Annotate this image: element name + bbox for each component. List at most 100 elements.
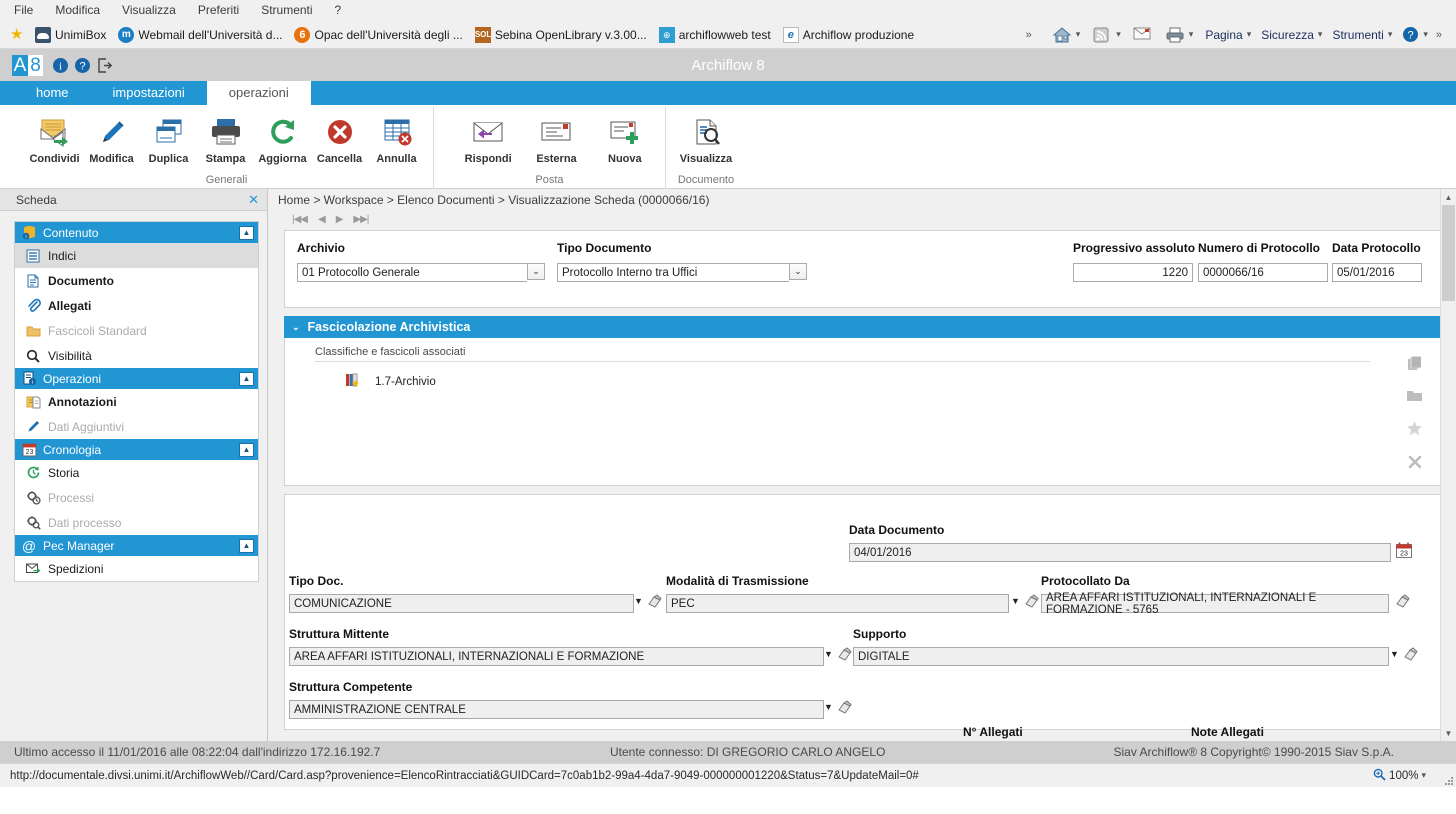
ribbon-button-nuova[interactable]: Nuova xyxy=(591,111,659,165)
fascicolazione-header[interactable]: ⌄ Fascicolazione Archivistica xyxy=(284,316,1442,338)
mail-icon[interactable] xyxy=(1133,26,1153,44)
chevron-down-icon[interactable]: ▼ xyxy=(1011,596,1020,606)
menu-file[interactable]: File xyxy=(14,3,33,17)
progressivo-assoluto-input[interactable]: 1220 xyxy=(1073,263,1193,282)
sidebar-item-dati-aggiuntivi[interactable]: Dati Aggiuntivi xyxy=(15,414,258,439)
tab-home[interactable]: home xyxy=(14,81,91,105)
tipo-documento-select[interactable]: Protocollo Interno tra Uffici ⌄ xyxy=(557,263,807,282)
menu-preferiti[interactable]: Preferiti xyxy=(198,3,239,17)
chevron-down-icon[interactable]: ▼ xyxy=(824,649,833,659)
zoom-control[interactable]: 100% ▾ xyxy=(1373,768,1426,784)
sidebar-group-contenuto[interactable]: i Contenuto ▲ xyxy=(15,222,258,243)
data-documento-input[interactable]: 04/01/2016 xyxy=(849,543,1391,562)
archivio-select[interactable]: 01 Protocollo Generale ⌄ xyxy=(297,263,545,282)
menu-strumenti[interactable]: Strumenti xyxy=(261,3,312,17)
favorites-star-icon[interactable]: ★ xyxy=(10,27,26,43)
ribbon-button-aggiorna[interactable]: Aggiorna xyxy=(254,111,311,165)
close-x-icon[interactable] xyxy=(1407,454,1423,473)
scroll-thumb[interactable] xyxy=(1442,205,1455,301)
commandbar-overflow-left[interactable]: » xyxy=(1022,29,1036,41)
sidebar-group-operazioni[interactable]: i Operazioni ▲ xyxy=(15,368,258,389)
favorite-webmail[interactable]: m Webmail dell'Università d... xyxy=(115,25,285,45)
eraser-icon[interactable] xyxy=(837,647,852,664)
help-chevron-down-icon[interactable]: ▾ xyxy=(1423,29,1428,40)
tab-impostazioni[interactable]: impostazioni xyxy=(91,81,207,105)
favorite-opac[interactable]: 6 Opac dell'Università degli ... xyxy=(291,25,465,45)
struttura-mittente-input[interactable]: AREA AFFARI ISTITUZIONALI, INTERNAZIONAL… xyxy=(289,647,824,666)
logout-icon[interactable] xyxy=(96,57,113,74)
window-resize-grip[interactable] xyxy=(1442,774,1454,786)
chevron-down-icon[interactable]: ⌄ xyxy=(292,322,300,333)
rss-icon[interactable] xyxy=(1092,26,1112,44)
ribbon-button-duplica[interactable]: Duplica xyxy=(140,111,197,165)
ribbon-button-visualizza[interactable]: Visualizza xyxy=(672,111,740,165)
pagina-chevron-down-icon[interactable]: ▾ xyxy=(1247,29,1252,40)
ribbon-button-rispondi[interactable]: Rispondi xyxy=(454,111,522,165)
help-icon[interactable]: ? xyxy=(74,57,91,74)
folder-icon[interactable] xyxy=(1406,389,1423,406)
chevron-up-icon[interactable]: ▲ xyxy=(239,225,254,240)
ribbon-button-esterna[interactable]: Esterna xyxy=(522,111,590,165)
favorite-unimibox[interactable]: UnimiBox xyxy=(32,25,109,45)
menu-visualizza[interactable]: Visualizza xyxy=(122,3,176,17)
scroll-down-arrow[interactable]: ▼ xyxy=(1441,725,1456,741)
ribbon-button-annulla[interactable]: Annulla xyxy=(368,111,425,165)
help-icon[interactable]: ? xyxy=(1402,26,1419,44)
chevron-up-icon[interactable]: ▲ xyxy=(239,442,254,457)
commandbar-strumenti[interactable]: Strumenti xyxy=(1332,28,1383,42)
chevron-down-icon[interactable]: ⌄ xyxy=(527,263,545,280)
sidebar-group-pec-manager[interactable]: @ Pec Manager ▲ xyxy=(15,535,258,556)
strumenti-chevron-down-icon[interactable]: ▾ xyxy=(1388,29,1393,40)
chevron-up-icon[interactable]: ▲ xyxy=(239,371,254,386)
chevron-down-icon[interactable]: ▼ xyxy=(634,596,643,606)
eraser-icon[interactable] xyxy=(837,700,852,717)
eraser-icon[interactable] xyxy=(1403,647,1418,664)
pager-first-button[interactable]: |◀◀ xyxy=(292,214,308,225)
modalita-trasmissione-input[interactable]: PEC xyxy=(666,594,1009,613)
commandbar-pagina[interactable]: Pagina xyxy=(1205,28,1242,42)
sidebar-item-fascicoli-standard[interactable]: Fascicoli Standard xyxy=(15,318,258,343)
sidebar-item-spedizioni[interactable]: Spedizioni xyxy=(15,556,258,581)
print-dropdown-chevron-down-icon[interactable]: ▾ xyxy=(1189,29,1194,40)
menu-help[interactable]: ? xyxy=(335,3,342,17)
ribbon-button-stampa[interactable]: Stampa xyxy=(197,111,254,165)
pager-next-button[interactable]: ▶ xyxy=(336,214,344,225)
sidebar-item-indici[interactable]: Indici xyxy=(15,243,258,268)
chevron-down-icon[interactable]: ▼ xyxy=(1390,649,1399,659)
tab-operazioni[interactable]: operazioni xyxy=(206,81,311,105)
protocollato-da-input[interactable]: AREA AFFARI ISTITUZIONALI, INTERNAZIONAL… xyxy=(1041,592,1389,616)
printer-icon[interactable] xyxy=(1165,26,1185,44)
chevron-down-icon[interactable]: ⌄ xyxy=(789,263,807,280)
sidebar-item-visibilita[interactable]: Visibilità xyxy=(15,343,258,368)
sidebar-item-allegati[interactable]: Allegati xyxy=(15,293,258,318)
sidebar-item-annotazioni[interactable]: Annotazioni xyxy=(15,389,258,414)
eraser-icon[interactable] xyxy=(647,594,662,611)
tipo-doc-input[interactable]: COMUNICAZIONE xyxy=(289,594,634,613)
main-scrollbar[interactable]: ▲ ▼ xyxy=(1440,189,1456,741)
ribbon-button-cancella[interactable]: Cancella xyxy=(311,111,368,165)
favorite-archiflow-produzione[interactable]: e Archiflow produzione xyxy=(780,25,917,45)
copy-icon[interactable] xyxy=(1407,356,1423,375)
ribbon-button-condividi[interactable]: Condividi xyxy=(26,111,83,165)
star-icon[interactable] xyxy=(1406,420,1423,440)
chevron-up-icon[interactable]: ▲ xyxy=(239,538,254,553)
sidebar-item-processi[interactable]: Processi xyxy=(15,485,258,510)
sidebar-item-documento[interactable]: Documento xyxy=(15,268,258,293)
sidebar-item-dati-processo[interactable]: Dati processo xyxy=(15,510,258,535)
zoom-chevron-down-icon[interactable]: ▾ xyxy=(1421,770,1426,781)
commandbar-sicurezza[interactable]: Sicurezza xyxy=(1261,28,1314,42)
home-dropdown-chevron-down-icon[interactable]: ▾ xyxy=(1076,29,1081,40)
struttura-competente-input[interactable]: AMMINISTRAZIONE CENTRALE xyxy=(289,700,824,719)
ribbon-button-modifica[interactable]: Modifica xyxy=(83,111,140,165)
home-icon[interactable] xyxy=(1052,26,1072,44)
sidebar-group-cronologia[interactable]: 23 Cronologia ▲ xyxy=(15,439,258,460)
pager-prev-button[interactable]: ◀ xyxy=(318,214,326,225)
chevron-down-icon[interactable]: ▼ xyxy=(824,702,833,712)
close-icon[interactable]: ✕ xyxy=(248,192,259,208)
rss-dropdown-chevron-down-icon[interactable]: ▾ xyxy=(1116,29,1121,40)
data-protocollo-input[interactable]: 05/01/2016 xyxy=(1332,263,1422,282)
eraser-icon[interactable] xyxy=(1024,594,1039,611)
sidebar-item-storia[interactable]: Storia xyxy=(15,460,258,485)
favorite-sebina[interactable]: SOL Sebina OpenLibrary v.3.00... xyxy=(472,25,650,45)
fascicolazione-row[interactable]: 1.7-Archivio xyxy=(315,372,1441,391)
